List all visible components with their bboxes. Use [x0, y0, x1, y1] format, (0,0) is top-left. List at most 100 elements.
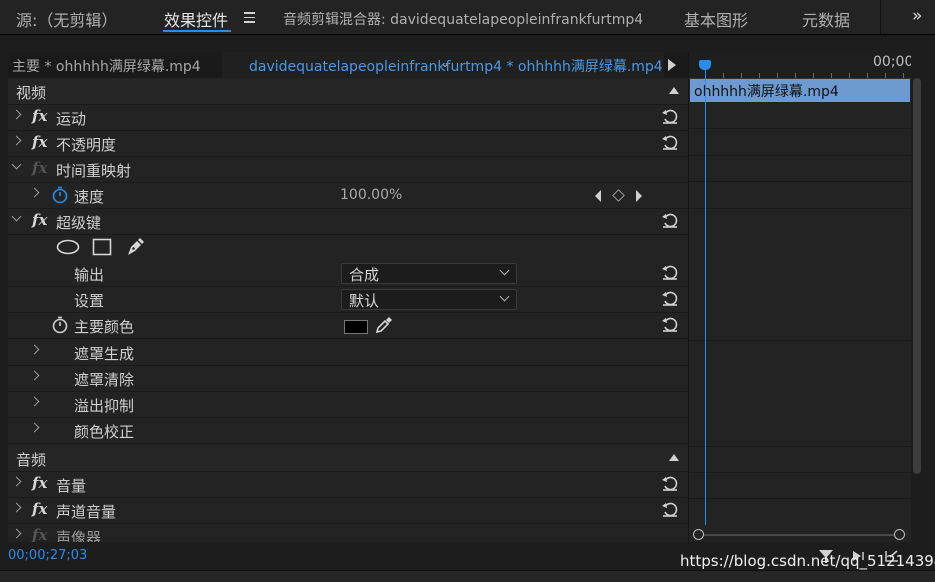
bottom-bar: 00;00;27;03 https://blog.csdn.net/qq_512…: [0, 542, 935, 570]
fx-icon[interactable]: fx: [32, 500, 47, 518]
time-ruler[interactable]: 00;00;: [689, 52, 911, 79]
chevron-right-icon[interactable]: [29, 396, 40, 407]
tab-effect-controls[interactable]: 效果控件: [164, 7, 228, 31]
effect-row-panner[interactable]: fx 声像器: [8, 524, 688, 542]
tab-overflow-icon[interactable]: »: [912, 6, 923, 26]
fx-icon[interactable]: fx: [32, 107, 47, 125]
effect-row-ultra-key[interactable]: fx 超级键: [8, 209, 688, 235]
previous-keyframe-icon[interactable]: [595, 190, 601, 202]
setting-dropdown[interactable]: 默认: [341, 289, 517, 310]
sequence-clip-label[interactable]: davidequatelapeopleinfrankfurtmp4 * ohhh…: [249, 56, 663, 76]
fx-icon[interactable]: fx: [32, 474, 47, 492]
fx-icon[interactable]: fx: [32, 211, 47, 229]
current-timecode[interactable]: 00;00;27;03: [8, 548, 87, 563]
reset-icon[interactable]: [660, 210, 680, 230]
property-row-key-color[interactable]: 主要颜色: [8, 313, 688, 339]
chevron-down-icon: [499, 265, 510, 276]
scrollbar-track: [699, 534, 901, 536]
fx-icon: fx: [32, 526, 48, 542]
tab-metadata[interactable]: 元数据: [802, 7, 850, 31]
chevron-right-icon[interactable]: [11, 528, 22, 539]
tab-source[interactable]: 源:（无剪辑）: [16, 7, 117, 31]
scrollbar-start-handle[interactable]: [693, 529, 704, 540]
reset-icon[interactable]: [660, 132, 680, 152]
master-clip-label[interactable]: 主要 * ohhhhh满屏绿幕.mp4: [12, 56, 201, 76]
vertical-scrollbar[interactable]: [911, 78, 923, 474]
reset-icon[interactable]: [660, 499, 680, 519]
group-row-matte-generation[interactable]: 遮罩生成: [8, 340, 688, 366]
key-color-swatch[interactable]: [344, 320, 368, 334]
chevron-down-icon[interactable]: [11, 211, 22, 222]
pen-mask-icon[interactable]: [125, 237, 145, 257]
reset-icon[interactable]: [660, 288, 680, 308]
next-keyframe-icon[interactable]: [636, 190, 642, 202]
output-dropdown[interactable]: 合成: [341, 263, 517, 284]
effect-row-channel-volume[interactable]: fx 声道音量: [8, 498, 688, 524]
chevron-right-icon[interactable]: [11, 135, 22, 146]
effect-row-volume[interactable]: fx 音量: [8, 472, 688, 498]
scrollbar-end-handle[interactable]: [894, 529, 905, 540]
section-video-label: 视频: [16, 84, 47, 102]
effect-row-time-remapping[interactable]: fx 时间重映射: [8, 157, 688, 183]
effect-timeline-panel[interactable]: 00;00; ohhhhh满屏绿幕.mp4: [688, 52, 911, 542]
property-row-output[interactable]: 输出 合成: [8, 261, 688, 287]
reset-icon[interactable]: [660, 262, 680, 282]
section-video[interactable]: 视频: [8, 79, 688, 105]
playhead-line: [705, 70, 706, 525]
property-row-setting[interactable]: 设置 默认: [8, 287, 688, 313]
tab-audio-clip-mixer[interactable]: 音频剪辑混合器: davidequatelapeopleinfrankfurtm…: [283, 9, 643, 29]
play-icon[interactable]: [668, 59, 676, 71]
reset-icon[interactable]: [660, 473, 680, 493]
tab-essential-graphics[interactable]: 基本图形: [684, 7, 748, 31]
timeline-clip[interactable]: ohhhhh满屏绿幕.mp4: [690, 79, 910, 102]
fx-icon[interactable]: fx: [32, 133, 47, 151]
add-keyframe-icon[interactable]: [612, 189, 625, 202]
effect-label-channel-volume: 声道音量: [56, 503, 117, 521]
group-row-color-correction[interactable]: 颜色校正: [8, 418, 688, 444]
tab-divider: [880, 0, 881, 34]
property-label-key-color: 主要颜色: [74, 318, 135, 336]
ruler-tick: [723, 73, 724, 78]
collapse-up-icon[interactable]: [669, 87, 679, 94]
effect-row-opacity[interactable]: fx 不透明度: [8, 131, 688, 157]
reset-icon[interactable]: [660, 106, 680, 126]
stopwatch-icon[interactable]: [51, 186, 69, 204]
row-divider: [689, 181, 911, 182]
property-row-speed[interactable]: 速度 100.00%: [8, 183, 688, 209]
eyedropper-icon[interactable]: [374, 315, 394, 335]
chevron-right-icon[interactable]: [11, 502, 22, 513]
speed-value[interactable]: 100.00%: [340, 187, 402, 203]
collapse-up-icon[interactable]: [669, 454, 679, 461]
panel-menu-icon[interactable]: [244, 12, 255, 26]
effect-label-opacity: 不透明度: [56, 136, 117, 154]
ruler-tick: [885, 73, 886, 78]
ruler-tick: [849, 73, 850, 78]
chevron-right-icon[interactable]: [11, 476, 22, 487]
chevron-right-icon[interactable]: [29, 370, 40, 381]
panel-tab-bar: 源:（无剪辑） 效果控件 音频剪辑混合器: davidequatelapeopl…: [0, 0, 935, 35]
row-divider: [689, 498, 911, 499]
stopwatch-icon[interactable]: [51, 316, 69, 334]
timeline-zoom-scrollbar[interactable]: [693, 529, 907, 541]
chevron-right-icon[interactable]: [29, 187, 40, 198]
group-row-spill-suppression[interactable]: 溢出抑制: [8, 392, 688, 418]
section-audio[interactable]: 音频: [8, 446, 688, 472]
effect-row-motion[interactable]: fx 运动: [8, 105, 688, 131]
row-divider: [689, 128, 911, 129]
chevron-right-icon[interactable]: [29, 422, 40, 433]
chevron-right-icon[interactable]: [11, 109, 22, 120]
ellipse-mask-icon[interactable]: [56, 239, 80, 255]
ruler-tick: [813, 73, 814, 78]
vertical-scrollbar-thumb[interactable]: [913, 78, 921, 474]
group-row-matte-cleanup[interactable]: 遮罩清除: [8, 366, 688, 392]
footer-strip: [0, 570, 935, 582]
reset-icon[interactable]: [660, 314, 680, 334]
active-tab-indicator: [163, 30, 231, 32]
chevron-down-icon[interactable]: [11, 159, 22, 170]
chevron-right-icon[interactable]: [29, 344, 40, 355]
group-label-matte-generation: 遮罩生成: [74, 345, 135, 363]
rectangle-mask-icon[interactable]: [92, 238, 112, 256]
group-label-matte-cleanup: 遮罩清除: [74, 371, 135, 389]
playhead-handle[interactable]: [699, 60, 711, 70]
ruler-tick: [759, 73, 760, 78]
